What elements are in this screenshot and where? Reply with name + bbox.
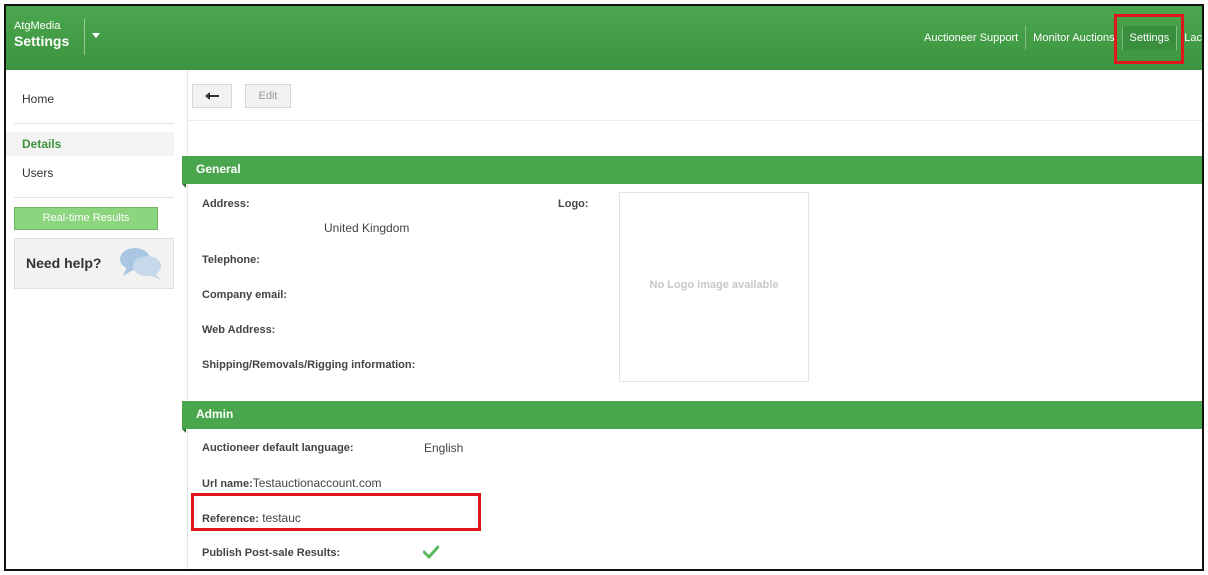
top-navbar: AtgMedia Settings Auctioneer Support Mon… [6, 6, 1202, 70]
sidebar-item-home[interactable]: Home [6, 87, 174, 111]
back-button[interactable] [192, 84, 232, 108]
logo-image-box: No Logo image available [619, 192, 809, 382]
toolbar-divider [188, 120, 1202, 121]
sidebar: Home Details Users Real-time Results Nee… [6, 70, 176, 569]
brand-name: AtgMedia [14, 20, 61, 32]
logo-placeholder-text: No Logo image available [649, 279, 779, 291]
nav-auctioneer-support[interactable]: Auctioneer Support [917, 26, 1025, 50]
publish-results-label: Publish Post-sale Results: [202, 547, 341, 559]
reference-highlight [191, 493, 481, 531]
shipping-info-label: Shipping/Removals/Rigging information: [202, 359, 416, 371]
url-name-value: Testauctionaccount.com [252, 476, 382, 490]
brand-divider [84, 19, 85, 55]
realtime-results-button[interactable]: Real-time Results [14, 207, 158, 230]
telephone-label: Telephone: [202, 254, 260, 266]
logo-label: Logo: [558, 198, 589, 210]
help-text: Need help? [26, 255, 102, 271]
web-address-label: Web Address: [202, 324, 276, 336]
sidebar-item-users[interactable]: Users [6, 161, 174, 185]
sidebar-divider [14, 123, 174, 124]
app-window: AtgMedia Settings Auctioneer Support Mon… [4, 4, 1204, 571]
chevron-down-icon[interactable] [92, 33, 100, 38]
address-value: United Kingdom [324, 221, 410, 235]
edit-button[interactable]: Edit [245, 84, 291, 108]
default-language-label: Auctioneer default language: [202, 442, 354, 454]
url-name-row: Url name:Testauctionaccount.com [202, 476, 382, 490]
default-language-value: English [424, 441, 464, 455]
brand-section-title: Settings [14, 33, 70, 49]
settings-highlight [1114, 14, 1184, 64]
chat-bubbles-icon [120, 248, 161, 280]
url-name-label: Url name: [202, 478, 253, 490]
company-email-label: Company email: [202, 289, 287, 301]
nav-monitor-auctions[interactable]: Monitor Auctions [1025, 26, 1121, 50]
address-label: Address: [202, 198, 250, 210]
checkmark-icon [423, 545, 439, 559]
arrow-left-icon [205, 92, 219, 101]
help-box[interactable]: Need help? [14, 238, 174, 289]
sidebar-item-details[interactable]: Details [6, 132, 174, 156]
general-section-header: General [182, 156, 1202, 188]
admin-section-header: Admin [182, 401, 1202, 433]
brand[interactable]: AtgMedia Settings [14, 20, 69, 50]
sidebar-divider [14, 197, 174, 198]
